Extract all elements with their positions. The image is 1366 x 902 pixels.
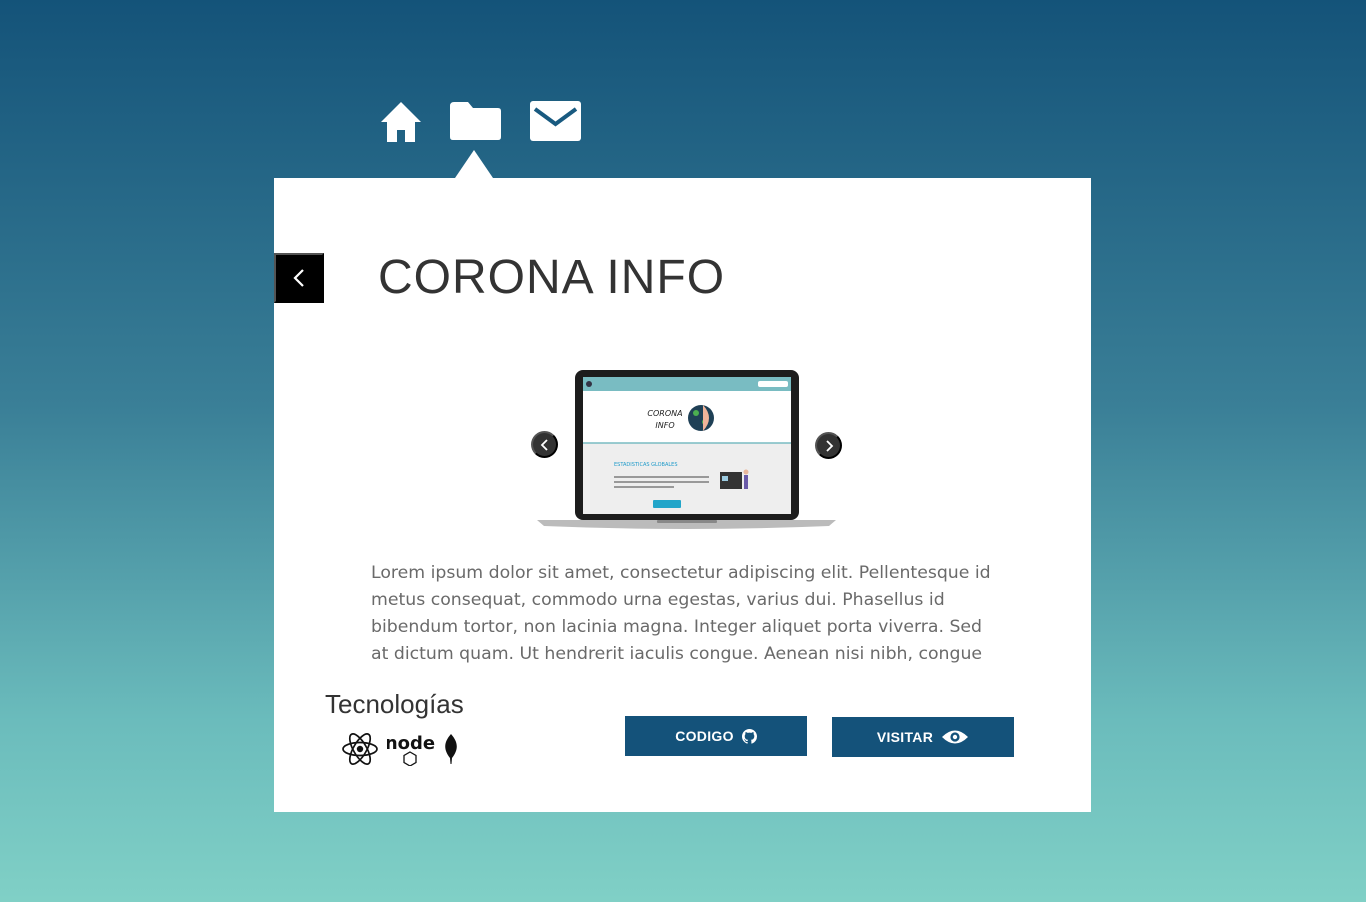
github-icon (741, 728, 757, 744)
project-title: CORONA INFO (378, 251, 726, 304)
carousel-next-button[interactable] (815, 432, 842, 459)
chevron-right-icon (825, 439, 833, 452)
project-screenshot (537, 370, 836, 529)
screenshot-section-title: ESTADISTICAS GLOBALES (614, 462, 678, 468)
home-icon[interactable] (380, 100, 422, 146)
code-button-label: CODIGO (675, 728, 734, 744)
technologies-title: Tecnologías (325, 689, 464, 719)
chevron-left-icon (293, 269, 304, 287)
code-button[interactable]: CODIGO (625, 716, 807, 756)
visit-button-label: VISITAR (876, 729, 934, 745)
screenshot-carousel: CORONA INFO ESTADISTICAS GLOBALES (531, 364, 842, 530)
chevron-left-icon (540, 438, 548, 451)
mail-icon[interactable] (530, 100, 582, 146)
back-button[interactable] (274, 253, 324, 303)
carousel-prev-button[interactable] (531, 431, 558, 458)
react-icon (341, 733, 379, 769)
active-nav-pointer (455, 150, 493, 178)
eye-icon (942, 730, 969, 744)
nodejs-icon: node (385, 732, 435, 770)
project-description: Lorem ipsum dolor sit amet, consectetur … (371, 563, 991, 664)
screenshot-brand: CORONA INFO (647, 409, 683, 430)
nodejs-text: node (387, 733, 435, 754)
folder-icon[interactable] (450, 100, 502, 146)
visit-button[interactable]: VISITAR (832, 717, 1014, 757)
mongodb-icon (442, 733, 460, 769)
project-card: CORONA INFO CORONA INFO ESTADISTICAS GLO… (274, 178, 1091, 812)
